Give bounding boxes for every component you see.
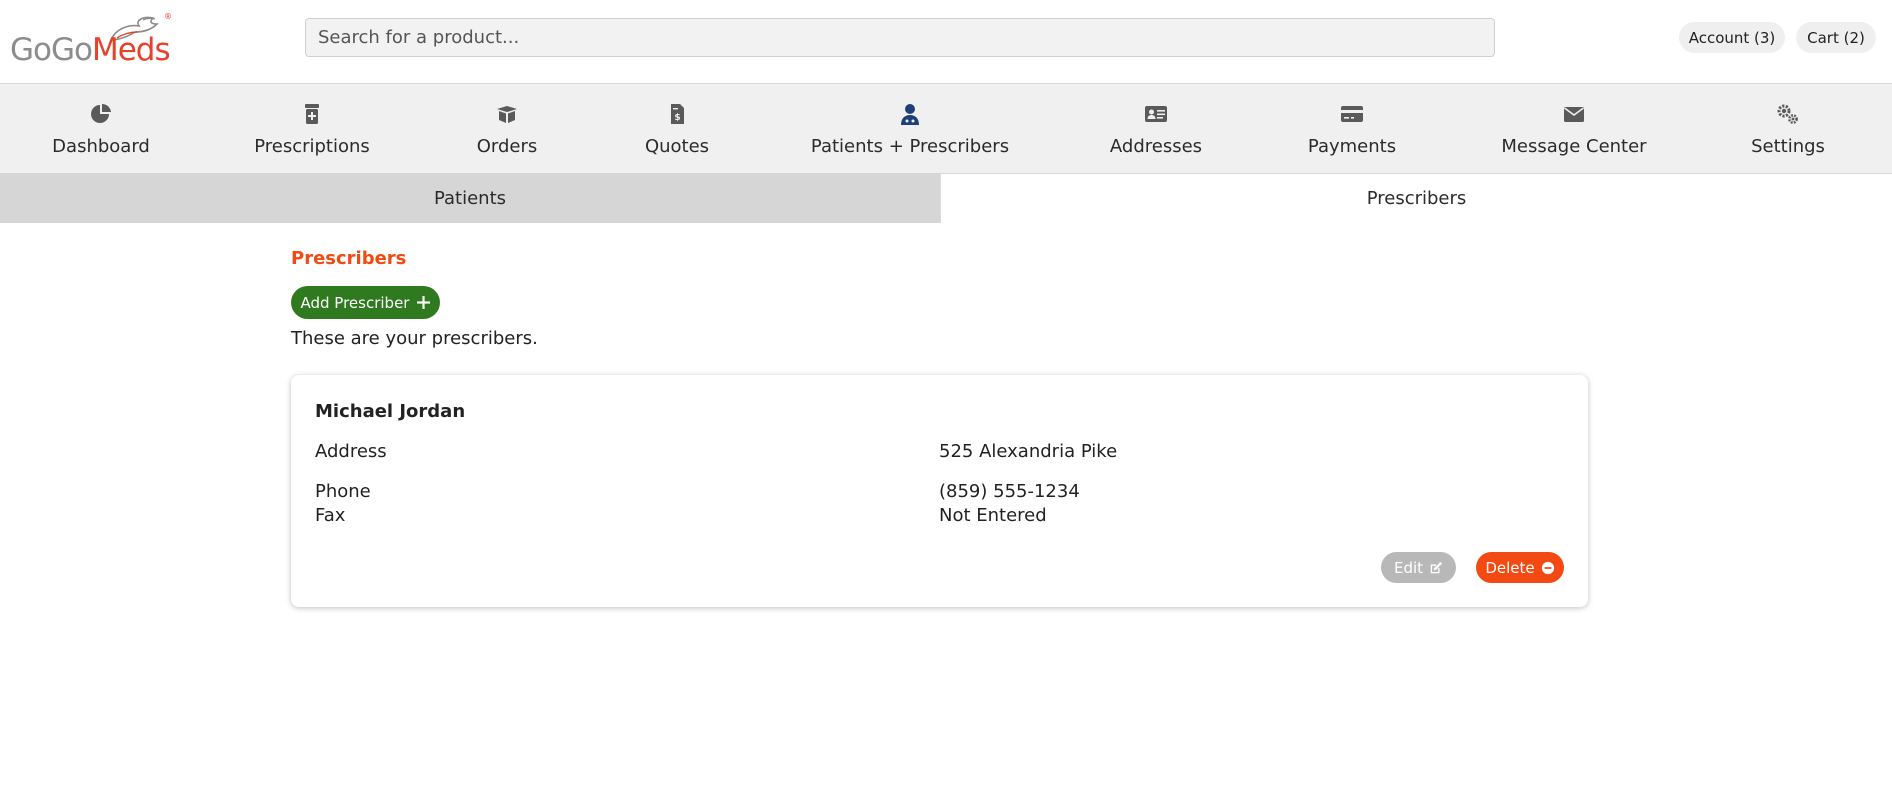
delete-prescriber-button[interactable]: Delete: [1476, 552, 1564, 583]
edit-icon: [1430, 561, 1443, 573]
fax-label: Fax: [315, 505, 346, 526]
add-prescriber-button[interactable]: Add Prescriber: [291, 286, 440, 319]
nav-message-center[interactable]: Message Center: [1500, 84, 1648, 174]
open-box-icon: [497, 106, 517, 123]
prescription-bottle-icon: [305, 104, 319, 124]
nav-label: Payments: [1307, 136, 1397, 157]
nav-label: Dashboard: [52, 136, 150, 157]
section-title: Prescribers: [291, 248, 407, 269]
nav-patients-prescribers[interactable]: Patients + Prescribers: [810, 84, 1010, 174]
logo-meds-text: Meds: [91, 32, 171, 68]
intro-text: These are your prescribers.: [291, 328, 538, 349]
add-prescriber-label: Add Prescriber: [300, 293, 410, 312]
nav-label: Message Center: [1501, 136, 1647, 157]
pie-chart-icon: [91, 103, 111, 123]
nav-label: Prescriptions: [254, 136, 370, 157]
edit-label: Edit: [1393, 558, 1424, 577]
minus-circle-icon: [1541, 561, 1554, 574]
nav-label: Addresses: [1109, 136, 1203, 157]
delete-label: Delete: [1485, 558, 1535, 577]
svg-text:$: $: [674, 113, 680, 123]
nav-payments[interactable]: Payments: [1304, 84, 1400, 174]
phone-value: (859) 555-1234: [939, 481, 1080, 502]
address-value: 525 Alexandria Pike: [939, 441, 1118, 462]
envelope-icon: [1564, 107, 1584, 122]
product-search-input[interactable]: [305, 18, 1495, 57]
account-button[interactable]: Account (3): [1679, 22, 1785, 53]
logo-go-text: GoGo: [10, 32, 93, 68]
registered-mark: ®: [164, 12, 172, 21]
nav-dashboard[interactable]: Dashboard: [50, 84, 152, 174]
patients-prescribers-tabs: Patients Prescribers: [0, 174, 1892, 223]
gogomeds-logo[interactable]: ® GoGoMeds: [10, 12, 175, 68]
nav-label: Quotes: [644, 136, 710, 157]
nav-prescriptions[interactable]: Prescriptions: [252, 84, 372, 174]
nav-settings[interactable]: Settings: [1748, 84, 1828, 174]
main-nav: Dashboard Prescriptions Orders $ Quotes: [0, 84, 1892, 174]
cart-button[interactable]: Cart (2): [1796, 22, 1876, 53]
nav-label: Patients + Prescribers: [810, 136, 1010, 157]
nav-orders[interactable]: Orders: [472, 84, 542, 174]
fax-value: Not Entered: [939, 505, 1047, 526]
top-header: ® GoGoMeds Account (3) Cart (2): [0, 0, 1892, 84]
address-card-icon: [1145, 106, 1167, 122]
nav-label: Orders: [476, 136, 538, 157]
user-doctor-icon: [901, 104, 919, 125]
nav-quotes[interactable]: $ Quotes: [642, 84, 712, 174]
phone-label: Phone: [315, 481, 371, 502]
nav-addresses[interactable]: Addresses: [1108, 84, 1204, 174]
logo-wordmark: GoGoMeds: [10, 32, 171, 68]
nav-label: Settings: [1751, 136, 1825, 157]
edit-prescriber-button[interactable]: Edit: [1381, 552, 1456, 583]
credit-card-icon: [1341, 106, 1363, 122]
plus-icon: [417, 296, 431, 309]
prescriber-name: Michael Jordan: [315, 401, 466, 422]
tab-patients[interactable]: Patients: [0, 174, 940, 223]
prescriber-card: Michael Jordan Address 525 Alexandria Pi…: [291, 375, 1588, 607]
address-label: Address: [315, 441, 387, 462]
invoice-dollar-icon: $: [671, 104, 684, 124]
gears-icon: [1777, 104, 1798, 124]
tab-prescribers[interactable]: Prescribers: [940, 174, 1892, 223]
